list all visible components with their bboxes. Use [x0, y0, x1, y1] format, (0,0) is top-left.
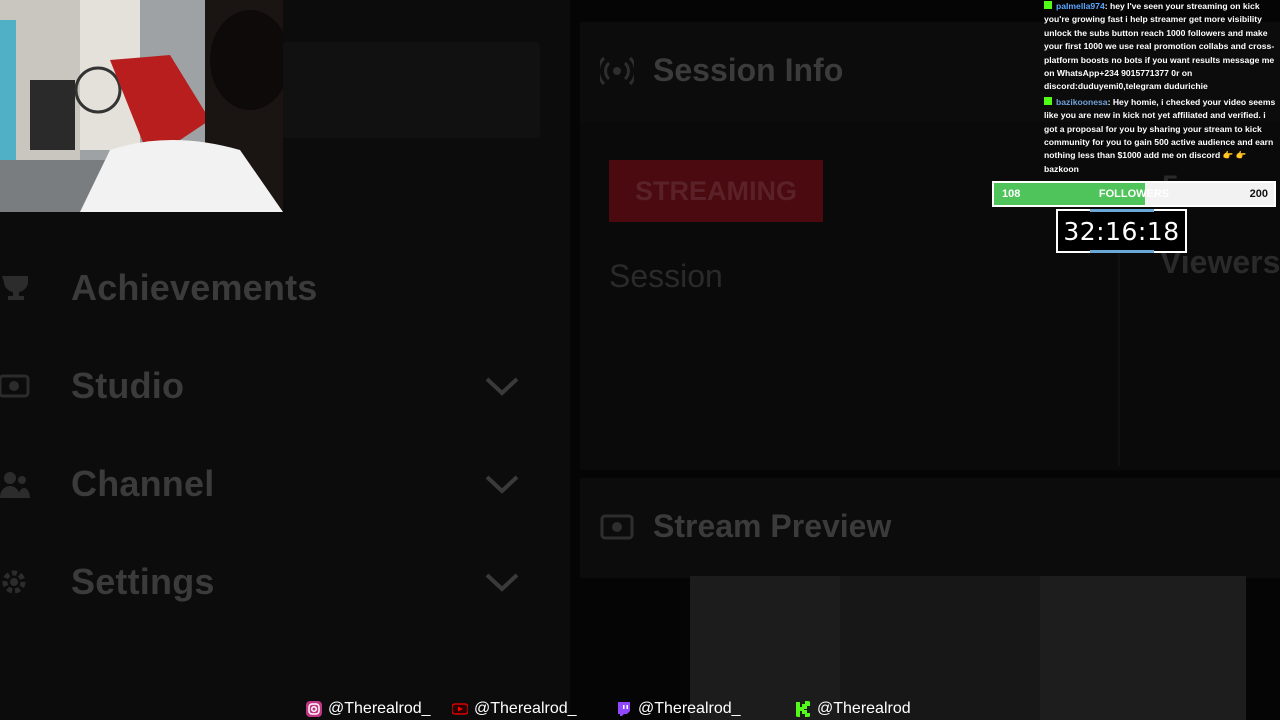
- broadcast-icon: [600, 56, 634, 86]
- chevron-down-icon[interactable]: [484, 374, 520, 398]
- sidebar-item-channel[interactable]: Channel: [0, 454, 540, 514]
- sidebar-item-label: Settings: [71, 561, 215, 602]
- sidebar-item-achievements[interactable]: Achievements: [0, 258, 540, 318]
- chat-username: bazikoonesa: [1056, 96, 1108, 107]
- webcam-feed-image: [0, 0, 283, 212]
- chevron-down-icon[interactable]: [484, 570, 520, 594]
- social-handle: @Therealrod_: [328, 700, 431, 717]
- social-youtube: @Therealrod_: [452, 698, 577, 720]
- chat-message: palmella974: hey I've seen your streamin…: [1044, 0, 1280, 94]
- social-twitch: @Therealrod_: [616, 698, 741, 720]
- kick-icon: [1044, 96, 1052, 105]
- chat-overlay: palmella974: hey I've seen your streamin…: [1044, 0, 1280, 178]
- sidebar-item-label: Achievements: [71, 267, 318, 308]
- webcam-overlay: [0, 0, 283, 212]
- followers-goal-bar: 108 FOLLOWERS 200: [992, 181, 1276, 207]
- kick-icon: [796, 701, 810, 717]
- chat-message: bazikoonesa: Hey homie, i checked your v…: [1044, 96, 1280, 176]
- sidebar-item-studio[interactable]: Studio: [0, 356, 540, 416]
- kick-icon: [1044, 1, 1052, 9]
- session-label: Session: [609, 258, 723, 294]
- followers-label: FOLLOWERS: [1098, 188, 1170, 200]
- camera-icon: [600, 514, 634, 540]
- timer-value: 32:16:18: [1063, 216, 1180, 246]
- stream-preview-header: Stream Preview: [580, 478, 1280, 578]
- social-handle: @Therealrod_: [638, 700, 741, 717]
- social-handle: @Therealrod: [817, 700, 911, 717]
- followers-target: 200: [1249, 188, 1268, 200]
- section-title: Stream Preview: [653, 508, 892, 544]
- chat-text: : Hey homie, i checked your video seems …: [1044, 96, 1276, 174]
- timer-accent: [1090, 209, 1154, 212]
- sidebar-item-settings[interactable]: Settings: [0, 552, 540, 612]
- chevron-down-icon[interactable]: [484, 472, 520, 496]
- chat-text: : hey I've seen your streaming on kick y…: [1044, 1, 1275, 92]
- page-title: Session Info: [653, 52, 844, 88]
- stream-timer: 32:16:18: [1056, 209, 1187, 253]
- twitch-icon: [618, 702, 630, 716]
- sidebar-item-label: Channel: [71, 463, 215, 504]
- users-icon: [0, 472, 30, 498]
- status-badge: STREAMING: [609, 160, 823, 222]
- social-kick: @Therealrod: [795, 698, 911, 720]
- social-instagram: @Therealrod_: [306, 698, 431, 720]
- divider: [1118, 236, 1120, 466]
- gear-icon: [2, 570, 26, 594]
- sidebar-item-label: Studio: [71, 365, 185, 406]
- social-handle: @Therealrod_: [474, 700, 577, 717]
- socials-bar: @Therealrod_ @Therealrod_ @Therealrod_ @…: [0, 698, 1280, 720]
- sidebar-top-block: [282, 42, 540, 138]
- instagram-icon: [306, 701, 322, 717]
- trophy-icon: [2, 276, 28, 300]
- timer-accent: [1090, 250, 1154, 253]
- youtube-icon: [452, 703, 468, 715]
- status-badge-text: STREAMING: [635, 175, 797, 206]
- camera-icon: [0, 374, 30, 398]
- chat-username: palmella974: [1056, 1, 1105, 11]
